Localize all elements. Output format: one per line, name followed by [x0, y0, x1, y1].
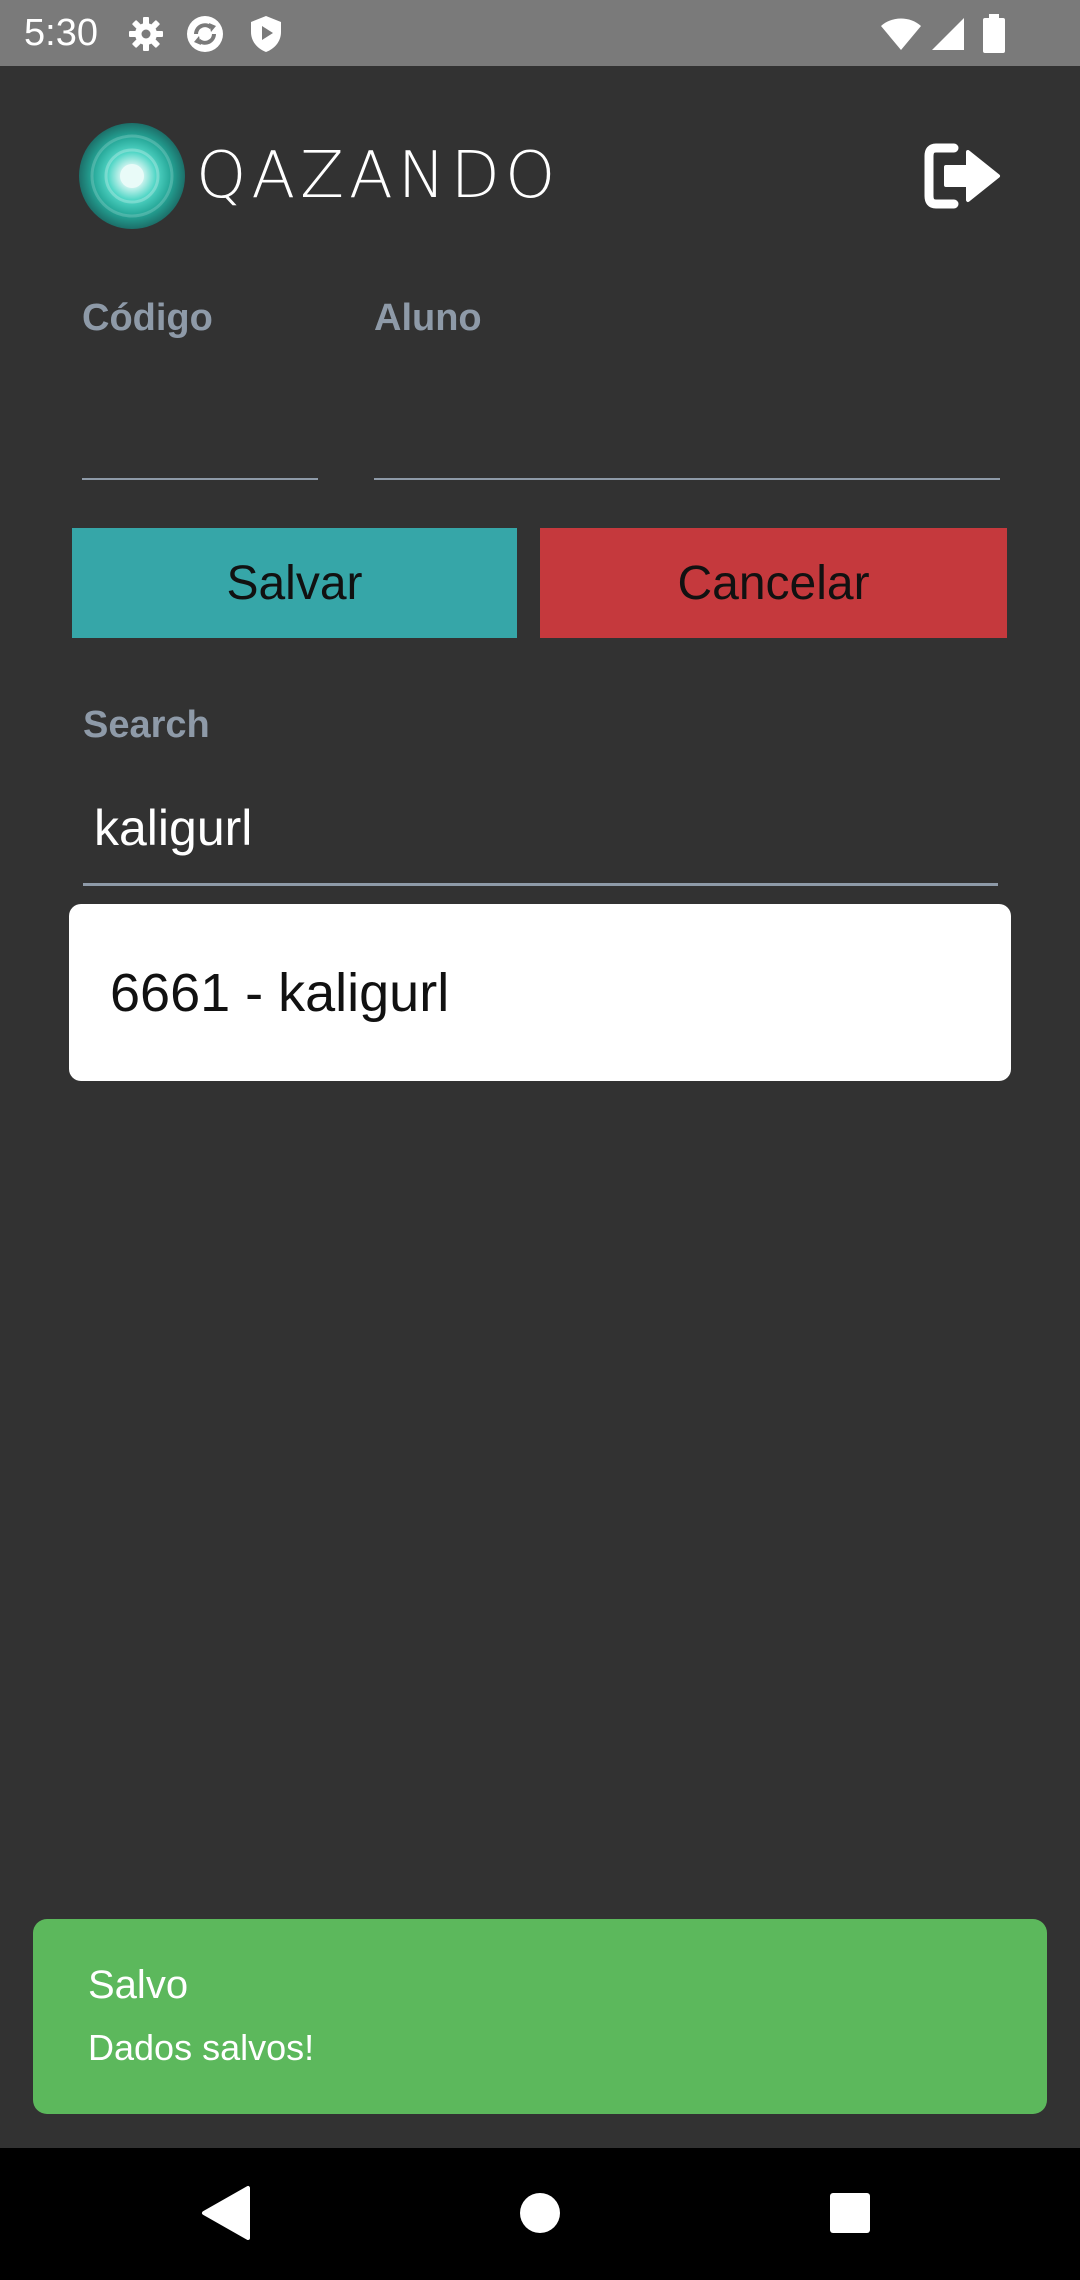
result-item-label: 6661 - kaligurl — [110, 962, 450, 1023]
search-input[interactable] — [83, 770, 998, 886]
recents-button[interactable] — [815, 2178, 885, 2248]
success-toast[interactable]: Salvo Dados salvos! — [33, 1919, 1047, 2114]
sync-icon — [184, 14, 226, 54]
navigation-bar — [0, 2148, 1080, 2280]
wifi-icon — [880, 16, 922, 52]
battery-icon — [982, 14, 1006, 54]
toast-message: Dados salvos! — [88, 2027, 315, 2068]
logout-button[interactable] — [924, 142, 1002, 210]
status-bar: 5:30 — [0, 0, 1080, 66]
codigo-input[interactable] — [82, 400, 318, 480]
logout-icon — [924, 143, 1000, 209]
signal-icon — [930, 16, 966, 52]
logo-icon — [79, 123, 185, 229]
aluno-label: Aluno — [374, 297, 482, 339]
result-item[interactable]: 6661 - kaligurl — [69, 904, 1011, 1081]
search-label: Search — [83, 704, 210, 746]
cancel-button[interactable]: Cancelar — [540, 528, 1007, 638]
status-time: 5:30 — [24, 12, 98, 54]
codigo-label: Código — [82, 297, 213, 339]
logo-text: QAZANDO — [196, 139, 561, 213]
recents-icon — [830, 2193, 870, 2233]
home-button[interactable] — [505, 2178, 575, 2248]
back-icon — [202, 2186, 250, 2240]
gear-icon — [126, 14, 166, 54]
aluno-input[interactable] — [374, 400, 1000, 480]
home-icon — [520, 2193, 560, 2233]
shield-play-icon — [248, 14, 284, 54]
back-button[interactable] — [190, 2178, 260, 2248]
save-button[interactable]: Salvar — [72, 528, 517, 638]
toast-title: Salvo — [88, 1963, 189, 2007]
